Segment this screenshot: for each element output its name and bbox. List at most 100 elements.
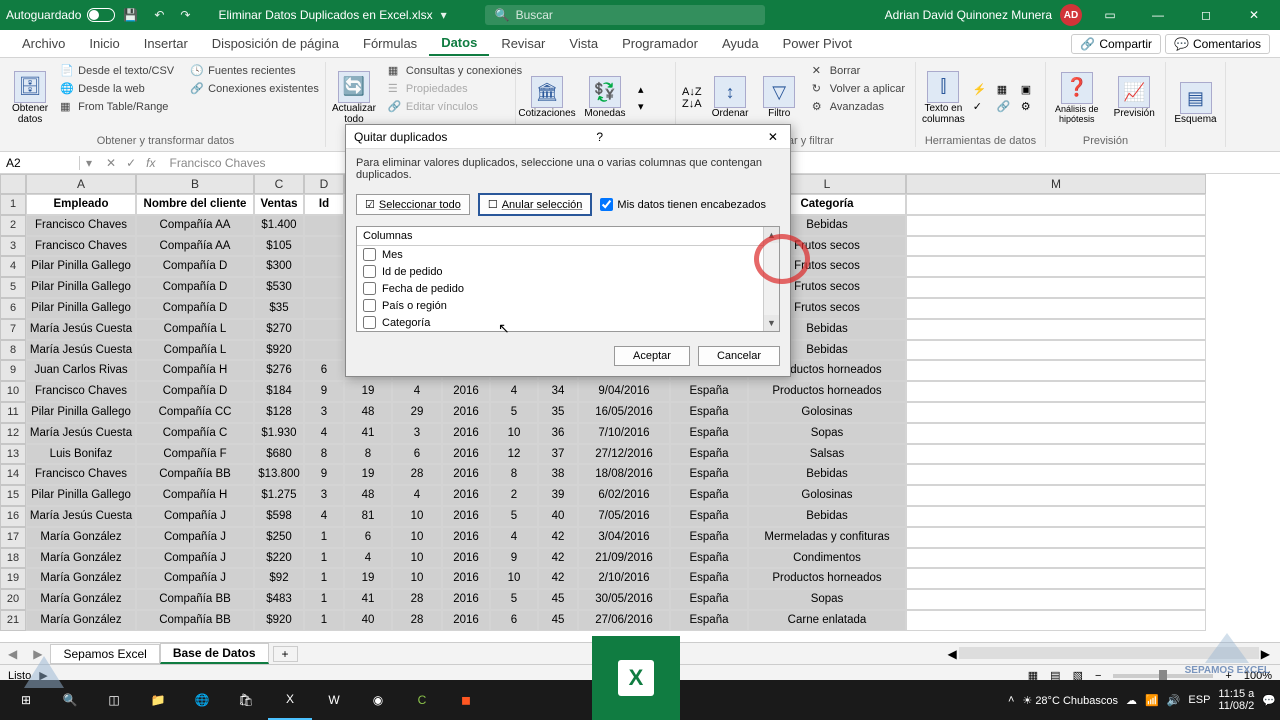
show-hidden-icon[interactable]: ˄ <box>1008 694 1014 706</box>
tab-programador[interactable]: Programador <box>610 32 710 55</box>
reapply-button[interactable]: ↻Volver a aplicar <box>808 80 909 98</box>
dialog-scrollbar[interactable]: ▲ ▼ <box>763 227 779 331</box>
validation-icon[interactable]: ✓ <box>973 100 993 113</box>
tab-powerpivot[interactable]: Power Pivot <box>771 32 864 55</box>
clock-time[interactable]: 11:15 a <box>1218 688 1254 700</box>
name-box[interactable]: A2 <box>0 156 80 170</box>
comments-button[interactable]: 💬 Comentarios <box>1165 34 1270 54</box>
lang-indicator[interactable]: ESP <box>1188 694 1210 706</box>
accept-formula-icon[interactable]: ✓ <box>126 156 136 170</box>
from-csv-button[interactable]: 📄Desde el texto/CSV <box>56 62 178 80</box>
queries-button[interactable]: ▦Consultas y conexiones <box>384 62 526 80</box>
taskview-icon[interactable]: ◫ <box>92 680 136 720</box>
consolidate-icon[interactable]: ▣ <box>1021 83 1041 96</box>
scroll-up-icon[interactable]: ▲ <box>764 227 779 243</box>
maximize-icon[interactable]: ◻ <box>1186 4 1226 26</box>
flash-fill-icon[interactable]: ⚡ <box>973 83 993 96</box>
excel-taskbar-icon[interactable]: X <box>268 680 312 720</box>
onedrive-icon[interactable]: ☁ <box>1126 694 1137 707</box>
dialog-close-icon[interactable]: ✕ <box>764 130 782 144</box>
avatar[interactable]: AD <box>1060 4 1082 26</box>
refresh-all-button[interactable]: 🔄 Actualizar todo <box>332 62 376 133</box>
stocks-button[interactable]: 🏛Cotizaciones <box>522 62 572 133</box>
redo-icon[interactable]: ↷ <box>180 8 190 22</box>
sort-button[interactable]: ↕Ordenar <box>710 62 751 133</box>
autosave-toggle[interactable]: Autoguardado <box>6 8 115 22</box>
select-all-corner[interactable] <box>0 174 26 194</box>
close-icon[interactable]: ✕ <box>1234 4 1274 26</box>
accept-button[interactable]: Aceptar <box>614 346 690 366</box>
text-to-columns-button[interactable]: ⫿Texto en columnas <box>922 62 965 133</box>
tab-revisar[interactable]: Revisar <box>489 32 557 55</box>
username[interactable]: Adrian David Quinonez Munera <box>885 8 1052 22</box>
help-icon[interactable]: ? <box>596 130 603 144</box>
whatif-button[interactable]: ❓Análisis de hipótesis <box>1052 62 1102 133</box>
tab-vista[interactable]: Vista <box>557 32 610 55</box>
explorer-icon[interactable]: 📁 <box>136 680 180 720</box>
fx-icon[interactable]: fx <box>146 156 155 170</box>
column-item[interactable]: País o región <box>357 297 779 314</box>
get-data-button[interactable]: 🗄 Obtener datos <box>12 62 48 133</box>
from-web-button[interactable]: 🌐Desde la web <box>56 80 178 98</box>
weather-widget[interactable]: ☀ 28°C Chubascos <box>1022 694 1118 707</box>
word-taskbar-icon[interactable]: W <box>312 680 356 720</box>
select-all-button[interactable]: ☑Seleccionar todo <box>356 194 470 215</box>
down-icon[interactable]: ▾ <box>638 100 644 113</box>
tab-ayuda[interactable]: Ayuda <box>710 32 771 55</box>
existing-connections-button[interactable]: 🔗Conexiones existentes <box>186 80 323 98</box>
column-item[interactable]: Mes <box>357 246 779 263</box>
unselect-all-button[interactable]: ☐Anular selección <box>478 193 593 216</box>
toggle-switch[interactable] <box>87 8 115 22</box>
properties-button[interactable]: ☰Propiedades <box>384 80 526 98</box>
currency-button[interactable]: 💱Monedas <box>580 62 630 133</box>
volume-icon[interactable]: 🔊 <box>1167 694 1181 707</box>
column-item[interactable]: Fecha de pedido <box>357 280 779 297</box>
col-header[interactable]: A <box>26 174 136 194</box>
manage-icon[interactable]: ⚙ <box>1021 100 1041 113</box>
minimize-icon[interactable]: — <box>1138 4 1178 26</box>
edit-links-button[interactable]: 🔗Editar vínculos <box>384 98 526 116</box>
dropdown-icon[interactable]: ▾ <box>441 8 447 22</box>
sheet-tab-active[interactable]: Base de Datos <box>160 643 269 664</box>
filter-button[interactable]: ▽Filtro <box>759 62 800 133</box>
add-sheet-button[interactable]: + <box>273 646 298 662</box>
tab-archivo[interactable]: Archivo <box>10 32 77 55</box>
cancel-button[interactable]: Cancelar <box>698 346 780 366</box>
recent-sources-button[interactable]: 🕓Fuentes recientes <box>186 62 323 80</box>
tab-formulas[interactable]: Fórmulas <box>351 32 429 55</box>
up-icon[interactable]: ▴ <box>638 83 644 96</box>
from-table-button[interactable]: ▦From Table/Range <box>56 98 178 116</box>
col-header[interactable]: C <box>254 174 304 194</box>
relations-icon[interactable]: 🔗 <box>997 100 1017 113</box>
hscroll-left-icon[interactable]: ◀ <box>948 647 957 661</box>
search-box[interactable]: 🔍 Buscar <box>485 5 765 25</box>
sheet-tab[interactable]: Sepamos Excel <box>50 644 159 664</box>
wifi-icon[interactable]: 📶 <box>1145 694 1159 707</box>
cancel-formula-icon[interactable]: ✕ <box>106 156 116 170</box>
store-icon[interactable]: 🛍 <box>224 680 268 720</box>
save-icon[interactable]: 💾 <box>123 8 138 22</box>
tab-insertar[interactable]: Insertar <box>132 32 200 55</box>
col-header[interactable]: B <box>136 174 254 194</box>
col-header[interactable]: D <box>304 174 344 194</box>
remove-dup-icon[interactable]: ▦ <box>997 83 1017 96</box>
app-icon[interactable]: ◉ <box>356 680 400 720</box>
tab-datos[interactable]: Datos <box>429 31 489 56</box>
app2-icon[interactable]: ◼ <box>444 680 488 720</box>
ribbon-mode-icon[interactable]: ▭ <box>1090 4 1130 26</box>
forecast-button[interactable]: 📈Previsión <box>1110 62 1160 133</box>
column-item[interactable]: Id de pedido <box>357 263 779 280</box>
edge-icon[interactable]: 🌐 <box>180 680 224 720</box>
tab-inicio[interactable]: Inicio <box>77 32 131 55</box>
notifications-icon[interactable]: 💬 <box>1262 694 1276 707</box>
sheet-nav-prev-icon[interactable]: ◀ <box>0 647 25 661</box>
undo-icon[interactable]: ↶ <box>154 8 164 22</box>
has-headers-checkbox[interactable]: Mis datos tienen encabezados <box>600 198 766 211</box>
advanced-button[interactable]: ⚙Avanzadas <box>808 98 909 116</box>
clock-date[interactable]: 11/08/2 <box>1218 700 1254 712</box>
column-item[interactable]: Categoría <box>357 314 779 331</box>
camtasia-icon[interactable]: C <box>400 680 444 720</box>
scroll-down-icon[interactable]: ▼ <box>764 315 779 331</box>
col-header[interactable]: M <box>906 174 1206 194</box>
outline-button[interactable]: ▤Esquema <box>1172 62 1219 145</box>
